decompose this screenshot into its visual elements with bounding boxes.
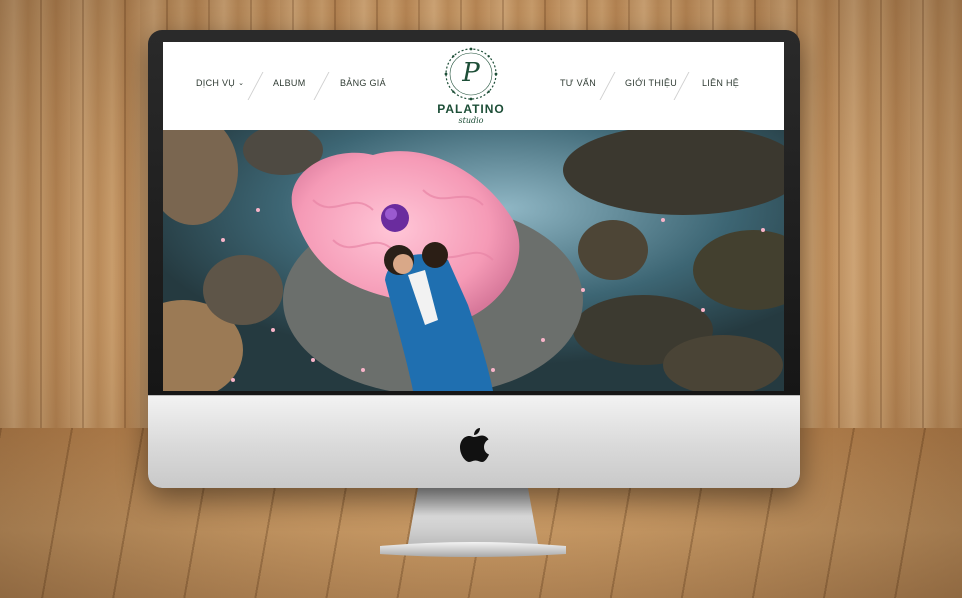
logo-monogram: P	[462, 58, 480, 88]
imac-stand	[380, 488, 566, 557]
logo-subtitle: studio	[458, 116, 484, 125]
website-screen: DỊCH VỤ ⌄ ALBUM BẢNG GIÁ P PALATINO stud…	[163, 42, 784, 391]
imac-monitor: DỊCH VỤ ⌄ ALBUM BẢNG GIÁ P PALATINO stud…	[148, 30, 800, 488]
nav-item-pricing[interactable]: BẢNG GIÁ	[340, 78, 386, 88]
nav-divider	[247, 72, 264, 100]
nav-item-contact[interactable]: LIÊN HỆ	[702, 78, 739, 88]
nav-item-about[interactable]: GIỚI THIỆU	[625, 78, 677, 88]
logo-name: PALATINO	[437, 102, 505, 116]
nav-item-label: DỊCH VỤ	[196, 78, 236, 88]
nav-item-consult[interactable]: TƯ VẤN	[560, 78, 596, 88]
site-header: DỊCH VỤ ⌄ ALBUM BẢNG GIÁ P PALATINO stud…	[163, 42, 784, 130]
nav-item-label: ALBUM	[273, 78, 306, 88]
imac-chin	[148, 395, 800, 488]
nav-item-services[interactable]: DỊCH VỤ ⌄	[196, 78, 244, 88]
nav-divider	[599, 72, 616, 100]
site-logo[interactable]: P PALATINO studio	[431, 46, 511, 128]
wedding-couple-illustration	[163, 130, 784, 391]
nav-divider	[313, 72, 330, 100]
apple-logo-icon	[460, 428, 489, 462]
nav-item-label: TƯ VẤN	[560, 78, 596, 88]
hero-photo	[163, 130, 784, 391]
nav-item-album[interactable]: ALBUM	[273, 78, 306, 88]
nav-item-label: BẢNG GIÁ	[340, 78, 386, 88]
nav-item-label: GIỚI THIỆU	[625, 78, 678, 88]
nav-item-label: LIÊN HỆ	[702, 78, 740, 88]
chevron-down-icon: ⌄	[238, 80, 245, 87]
